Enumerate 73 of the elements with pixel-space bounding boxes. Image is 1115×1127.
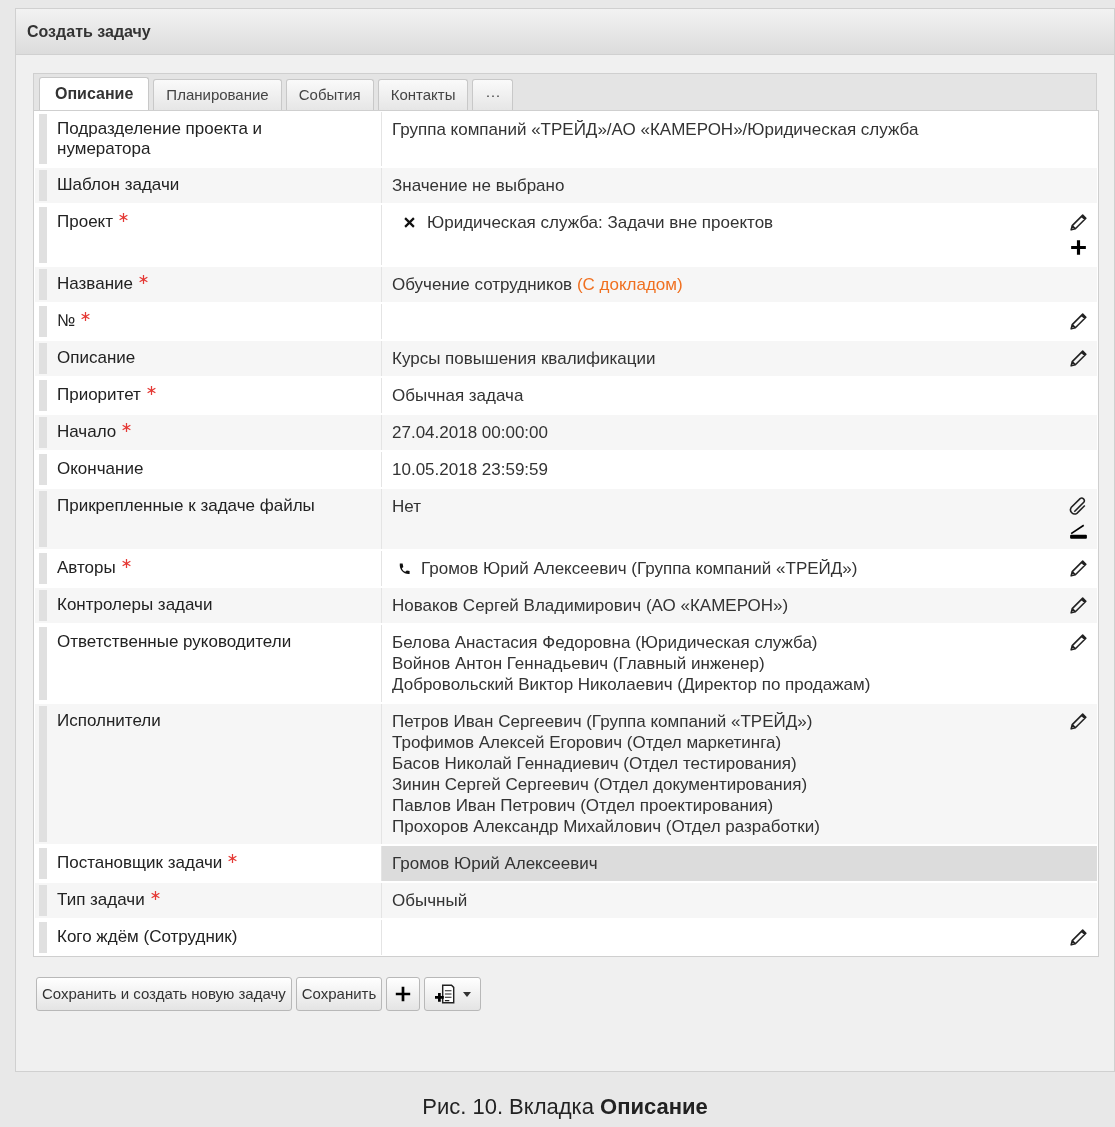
field-value: Басов Николай Геннадиевич (Отдел тестирования)	[392, 754, 797, 773]
field-label: Проект	[57, 212, 113, 232]
pencil-icon[interactable]	[1068, 595, 1089, 616]
field-value: Войнов Антон Геннадьевич (Главный инженер)	[392, 654, 765, 673]
field-value: Обычная задача	[392, 386, 524, 405]
tab[interactable]: Планирование	[153, 79, 282, 110]
field-value: Громов Юрий Алексеевич	[392, 854, 598, 873]
row-marker	[39, 306, 47, 337]
plus-icon[interactable]	[1068, 237, 1089, 258]
field-label: Постановщик задачи	[57, 853, 223, 873]
field-value: Зинин Сергей Сергеевич (Отдел документирования)	[392, 775, 808, 794]
field-value: Группа компаний «ТРЕЙД»/АО «КАМЕРОН»/Юридическая служба	[392, 120, 919, 139]
field-value: Юридическая служба: Задачи вне проектов	[427, 213, 774, 232]
field-value: 27.04.2018 00:00:00	[392, 423, 548, 442]
field-value: Трофимов Алексей Егорович (Отдел маркетинга)	[392, 733, 782, 752]
field-label: Ответственные руководители	[57, 632, 292, 652]
field-value: Нет	[392, 497, 421, 516]
pencil-icon[interactable]	[1068, 632, 1089, 653]
caret-icon	[462, 991, 471, 997]
pencil-icon[interactable]	[1068, 348, 1089, 369]
row-marker	[39, 380, 47, 411]
row-marker	[39, 454, 47, 485]
field-value: Значение не выбрано	[392, 176, 565, 195]
save-button[interactable]: Сохранить и создать новую задачу	[36, 977, 292, 1011]
field-label: Исполнители	[57, 711, 161, 731]
pencil-icon[interactable]	[1068, 927, 1089, 948]
field-value: Обычный	[392, 891, 468, 910]
field-value: Белова Анастасия Федоровна (Юридическая служба)	[392, 633, 818, 652]
field-note: (С докладом)	[576, 275, 683, 294]
field-label: Окончание	[57, 459, 144, 479]
field-value: Обучение сотрудников	[392, 275, 573, 294]
field-label: Начало	[57, 422, 117, 442]
phone-icon[interactable]	[397, 562, 411, 576]
field-value: Павлов Иван Петрович (Отдел проектирования)	[392, 796, 774, 815]
plus-icon	[394, 985, 413, 1003]
remove-icon[interactable]	[404, 217, 415, 228]
pencil-icon[interactable]	[1068, 311, 1089, 332]
add-button[interactable]	[386, 977, 421, 1011]
field-label: Шаблон задачи	[57, 175, 180, 195]
field-value: Новаков Сергей Владимирович (АО «КАМЕРОН»)	[392, 596, 789, 615]
tab[interactable]: ···	[472, 79, 514, 110]
field-label: Приоритет	[57, 385, 141, 405]
field-value: Добровольский Виктор Николаевич (Директор по продажам)	[392, 675, 871, 694]
field-label: Кого ждём (Сотрудник)	[57, 927, 238, 947]
field-value: 10.05.2018 23:59:59	[392, 460, 548, 479]
field-value: Прохоров Александр Михайлович (Отдел разработки)	[392, 817, 820, 836]
field-value: Петров Иван Сергеевич (Группа компаний «ТРЕЙД»)	[392, 712, 813, 731]
window-title: Создать задачу	[27, 21, 151, 42]
pencil-icon[interactable]	[1068, 212, 1089, 233]
field-label: Описание	[57, 348, 136, 368]
field-label: Авторы	[57, 558, 116, 578]
field-label: Подразделение проекта и нумератора	[57, 119, 264, 159]
save-button[interactable]: Сохранить	[295, 977, 383, 1011]
document-menu-button[interactable]	[424, 977, 482, 1011]
field-label: Тип задачи	[57, 890, 145, 910]
tab[interactable]: Контакты	[377, 79, 469, 110]
tab[interactable]: События	[285, 79, 374, 110]
row-marker	[39, 114, 47, 164]
row-marker	[39, 922, 47, 953]
field-label: Контролеры задачи	[57, 595, 213, 615]
field-label: №	[57, 311, 76, 331]
field-value: Громов Юрий Алексеевич (Группа компаний «ТРЕЙД»)	[421, 559, 858, 578]
row-marker	[39, 207, 47, 263]
pencil-icon[interactable]	[1068, 558, 1089, 579]
field-value: Курсы повышения квалификации	[392, 349, 656, 368]
tab[interactable]: Описание	[39, 77, 150, 110]
field-label: Прикрепленные к задаче файлы	[57, 496, 315, 516]
field-label: Название	[57, 274, 133, 294]
figure-caption: Рис. 10. Вкладка Описание	[422, 1094, 708, 1119]
row-marker	[39, 848, 47, 879]
document-add-icon	[434, 983, 457, 1005]
pencil-icon[interactable]	[1068, 711, 1089, 732]
row-marker	[39, 553, 47, 584]
